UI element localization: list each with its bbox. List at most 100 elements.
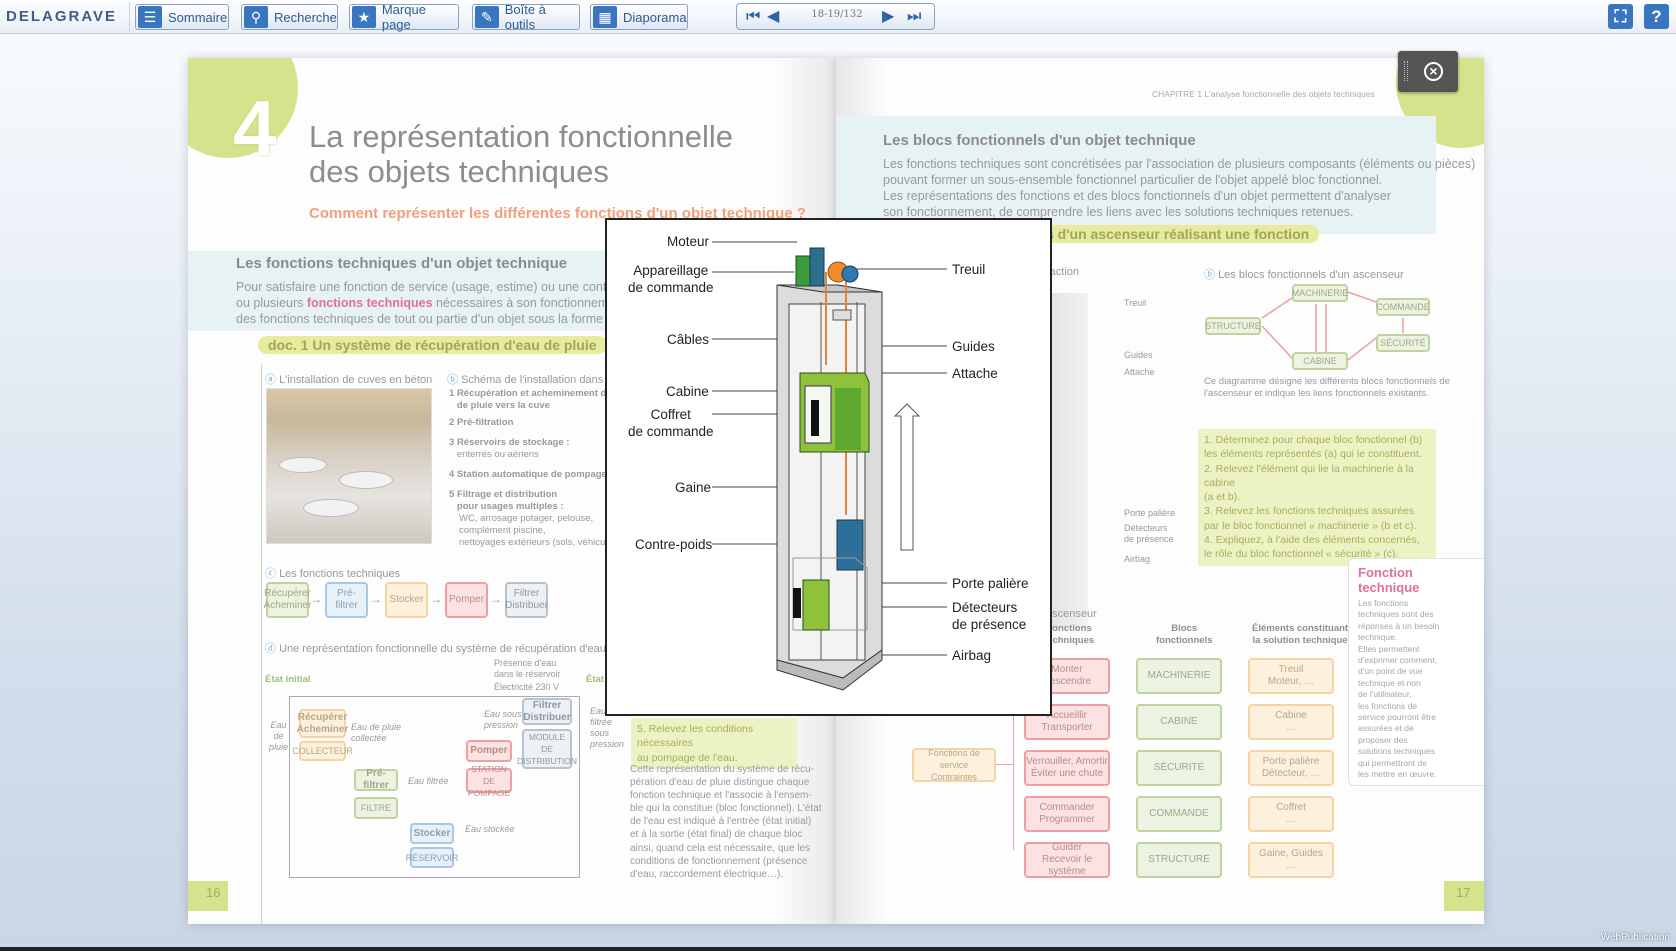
first-page-icon[interactable]: ⏮ xyxy=(746,8,760,26)
presence-eau-label: Présence d'eau dans le réservoir xyxy=(494,658,561,679)
sommaire-button[interactable]: ☰ Sommaire xyxy=(135,4,229,30)
a-label: Airbag xyxy=(1124,554,1151,564)
elevator-diagram-faded xyxy=(1048,293,1088,628)
bloc-commande: COMMANDE xyxy=(1136,796,1222,832)
c-box-stocker: Stocker xyxy=(385,582,428,618)
publisher-badge: WebPublication xyxy=(1600,932,1670,943)
help-button[interactable]: ? xyxy=(1644,4,1669,29)
a-label: Treuil xyxy=(1124,298,1147,308)
marque-page-label: Marque page xyxy=(381,2,426,32)
block-links xyxy=(1261,291,1404,361)
intro-line1: Pour satisfaire une fonction de service … xyxy=(236,280,652,294)
definition-text: Les fonctions techniques sont des répons… xyxy=(1358,598,1440,780)
previous-page-icon[interactable]: ◀ xyxy=(767,8,779,26)
eau-stockee-label: Eau stockée xyxy=(465,824,515,834)
caption-c-fragment: ascenseur xyxy=(1046,608,1097,620)
eau-sous-pression-label: Eau sous pression xyxy=(484,709,522,730)
drag-handle-icon[interactable] xyxy=(1404,61,1408,81)
d-box-module: MODULE DE DISTRIBUTION xyxy=(517,729,577,769)
definition-sidebar: Fonction technique Les fonctions techniq… xyxy=(1348,558,1484,786)
section-heading: Les fonctions techniques d'un objet tech… xyxy=(236,255,568,272)
function-verrouiller: Verrouiller, Amortir Éviter une chute xyxy=(1024,750,1110,786)
eau-collectee-label: Eau de pluie collectée xyxy=(351,722,402,743)
arrow-icon: → xyxy=(490,592,502,606)
diaporama-button[interactable]: ▦ Diaporama xyxy=(590,4,688,30)
doc-label: s d'un ascenseur réalisant une fonction xyxy=(1036,225,1320,243)
a-label: Porte palière xyxy=(1124,508,1176,518)
element-porte: Porte palière Détecteur, … xyxy=(1248,750,1334,786)
sommaire-label: Sommaire xyxy=(168,9,228,25)
tools-icon: ✎ xyxy=(475,6,499,28)
d-box-reservoir: RÉSERVOIR xyxy=(406,847,458,868)
elevator-diagram-popup[interactable]: Moteur Appareillage de commande Câbles C… xyxy=(605,218,1052,716)
a-label: Attache xyxy=(1124,367,1155,377)
element-cabine: Cabine … xyxy=(1248,704,1334,740)
chapter-title-line2: des objets techniques xyxy=(309,154,609,189)
d-box-prefiltrer: Pré-filtrer xyxy=(354,768,398,791)
definition-title: Fonction technique xyxy=(1358,565,1420,595)
d-box-station: STATION DE POMPAGE xyxy=(466,763,512,798)
last-page-icon[interactable]: ⏭ xyxy=(907,8,921,26)
diaporama-label: Diaporama xyxy=(623,9,687,25)
questions-1-4: 1. Déterminez pour chaque bloc fonctionn… xyxy=(1198,429,1436,566)
question-5: 5. Relevez les conditions nécessaires au… xyxy=(631,718,797,769)
header-elements: Éléments constituant la solution techniq… xyxy=(1252,623,1349,646)
page-number: 16 xyxy=(206,885,221,900)
toolbar-divider xyxy=(129,2,130,32)
etat-initial: État initial xyxy=(265,674,311,685)
d-box-filtre: FILTRE xyxy=(354,797,398,819)
element-gaine: Gaine, Guides … xyxy=(1248,842,1334,878)
element-treuil: Treuil Moteur, … xyxy=(1248,658,1334,694)
a-label: Détecteurs de présence xyxy=(1124,523,1174,544)
etat-final: État xyxy=(586,674,604,685)
search-icon: ⚲ xyxy=(244,6,268,28)
service-functions-box: Fonctions de service Contraintes xyxy=(912,748,996,782)
chapter-number: 4 xyxy=(233,84,277,172)
section-intro: Les fonctions techniques sont concrétisé… xyxy=(883,157,1476,219)
chapter-title-line1: La représentation fonctionnelle xyxy=(309,119,733,154)
marque-page-button[interactable]: ★ Marque page xyxy=(349,2,459,32)
caption-b: ⓑ Schéma de l'installation dans u xyxy=(447,374,613,386)
c-box-prefiltrer: Pré-filtrer xyxy=(325,582,368,618)
doc-label: doc. 1 Un système de récupération d'eau … xyxy=(258,336,607,354)
bloc-structure: STRUCTURE xyxy=(1136,842,1222,878)
d-box-filtrer: Filtrer Distribuer xyxy=(522,698,572,725)
next-page-icon[interactable]: ▶ xyxy=(882,8,894,26)
close-popup-button[interactable]: × xyxy=(1398,51,1458,92)
d-box-collecteur: COLLECTEUR xyxy=(292,741,353,761)
arrow-icon: → xyxy=(370,592,382,606)
fullscreen-icon[interactable]: ⛶ xyxy=(1608,4,1633,29)
elevator-cutaway-illustration xyxy=(712,241,947,691)
d-box-stocker: Stocker xyxy=(410,823,454,844)
boite-a-outils-button[interactable]: ✎ Boîte à outils xyxy=(472,2,580,32)
function-guider: Guider Recevoir le système xyxy=(1024,842,1110,878)
intro-line3: des fonctions techniques de tout ou part… xyxy=(236,312,653,326)
electricite-label: Électricité 230 V xyxy=(494,682,560,692)
header-blocs: Blocs fonctionnels xyxy=(1156,623,1213,646)
eau-filtree-label: Eau filtrée xyxy=(408,776,449,786)
toolbar: DELAGRAVE ☰ Sommaire ⚲ Recherche ★ Marque p… xyxy=(0,0,1676,34)
page-indicator[interactable]: 18-19/132 xyxy=(787,9,887,20)
c-box-recuperer: Récupérer Acheminer xyxy=(264,582,311,618)
bloc-machinerie: MACHINERIE xyxy=(1136,658,1222,694)
recherche-button[interactable]: ⚲ Recherche xyxy=(241,4,338,30)
doc-rule xyxy=(261,364,262,924)
chapter-reference: CHAPITRE 1 L'analyse fonctionnelle des o… xyxy=(1152,89,1375,99)
bloc-securite: SÉCURITÉ xyxy=(1136,750,1222,786)
contents-icon: ☰ xyxy=(138,6,162,28)
caption-a: ⓐ L'installation de cuves en béton xyxy=(265,374,433,386)
d-box-recuperer: Récupérer Acheminer xyxy=(297,709,348,738)
a-label: Guides xyxy=(1124,350,1153,360)
section-heading: Les blocs fonctionnels d'un objet techni… xyxy=(883,132,1196,149)
arrow-icon: → xyxy=(310,592,322,606)
arrow-icon: → xyxy=(430,592,442,606)
grid-icon: ▦ xyxy=(593,6,617,28)
c-box-pomper: Pomper xyxy=(445,582,488,618)
functional-representation-paragraph: Cette représentation du système de récu-… xyxy=(630,764,822,880)
close-icon[interactable]: × xyxy=(1424,62,1443,81)
page-navigator: ⏮ ◀ 18-19/132 ▶ ⏭ xyxy=(736,3,935,30)
page-number: 17 xyxy=(1456,885,1471,900)
b-note: Ce diagramme désigne les différents bloc… xyxy=(1204,376,1450,399)
concrete-tanks-photo xyxy=(266,388,432,544)
element-coffret: Coffret … xyxy=(1248,796,1334,832)
